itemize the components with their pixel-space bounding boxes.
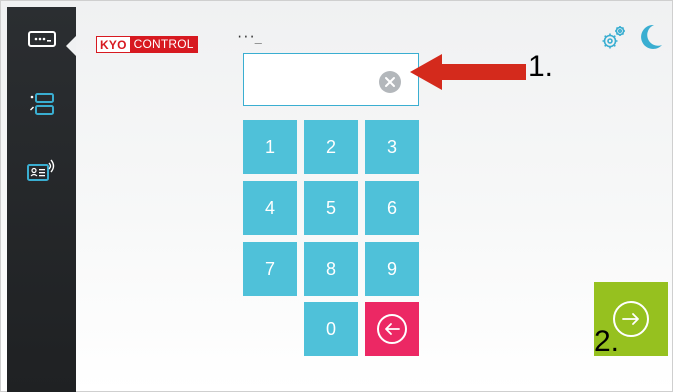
- kyocontrol-logo: KYO CONTROL: [96, 36, 198, 53]
- key-1[interactable]: 1: [243, 120, 297, 174]
- pin-keyboard-icon: [27, 31, 56, 47]
- code-mode-label: ···_: [236, 30, 262, 44]
- sidebar-item-keypad[interactable]: [7, 14, 76, 64]
- pin-input[interactable]: [252, 64, 372, 94]
- key-0[interactable]: 0: [304, 302, 358, 356]
- key-8[interactable]: 8: [304, 242, 358, 296]
- key-9[interactable]: 9: [365, 242, 419, 296]
- id-card-reader-icon: [26, 158, 57, 182]
- arrow-left-icon: [377, 314, 407, 344]
- backspace-button[interactable]: [365, 302, 419, 356]
- pin-field[interactable]: [243, 53, 419, 106]
- list-icon: [29, 93, 54, 115]
- key-2[interactable]: 2: [304, 120, 358, 174]
- key-5[interactable]: 5: [304, 181, 358, 235]
- sidebar-item-list[interactable]: [7, 79, 76, 129]
- clear-icon[interactable]: [379, 71, 401, 93]
- key-3[interactable]: 3: [365, 120, 419, 174]
- gears-icon[interactable]: [600, 23, 628, 56]
- moon-icon[interactable]: [638, 23, 664, 56]
- key-7[interactable]: 7: [243, 242, 297, 296]
- sidebar: [7, 7, 76, 392]
- key-6[interactable]: 6: [365, 181, 419, 235]
- annotation-label-1: 1.: [528, 50, 554, 83]
- annotation-arrow: [410, 54, 526, 90]
- logo-part-control: CONTROL: [129, 36, 198, 53]
- active-indicator: [66, 36, 76, 56]
- sidebar-item-card[interactable]: [7, 145, 76, 195]
- logo-part-kyo: KYO: [96, 36, 130, 53]
- annotation-label-2: 2.: [594, 325, 620, 358]
- key-4[interactable]: 4: [243, 181, 297, 235]
